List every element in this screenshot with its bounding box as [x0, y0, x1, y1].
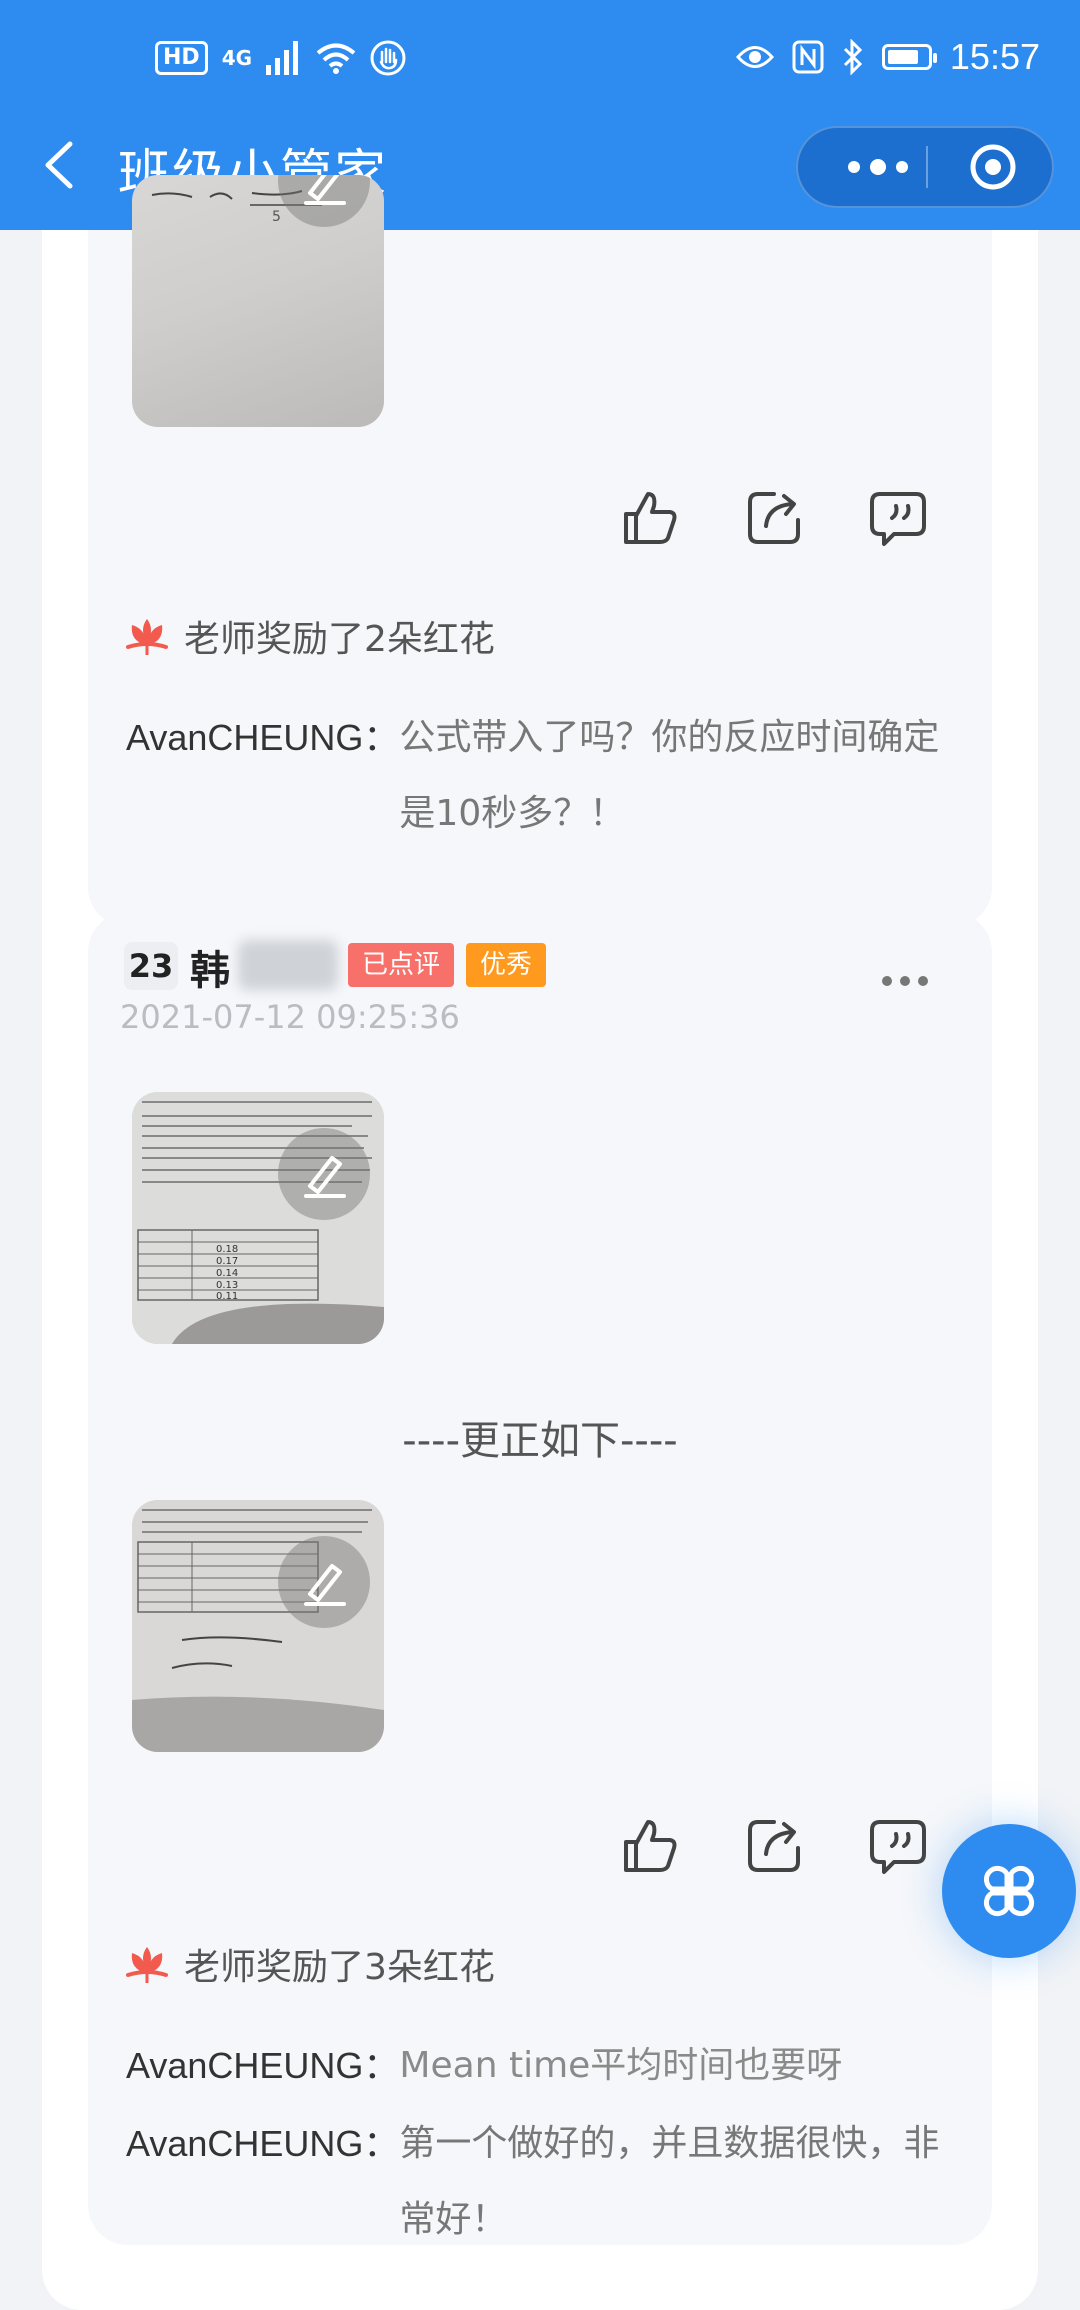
clock: 15:57	[949, 36, 1040, 77]
svg-text:0.13: 0.13	[216, 1280, 238, 1291]
quote-bubble-icon[interactable]	[868, 1816, 928, 1876]
award-text: 老师奖励了2朵红花	[184, 619, 495, 660]
more-dots-icon[interactable]	[828, 128, 928, 206]
flower-award: 老师奖励了3朵红花	[124, 1938, 495, 1990]
homework-photo[interactable]: 0.18 0.17 0.14 0.13 0.11	[132, 1092, 384, 1344]
hd-icon: HD	[155, 41, 208, 75]
student-name[interactable]: 韩	[190, 938, 230, 996]
status-right-icons: 15:57	[735, 36, 1040, 78]
comment-row[interactable]: AvanCHEUNG： 公式带入了吗？你的反应时间确定是10秒多？！	[126, 700, 956, 852]
reviewed-badge: 已点评	[348, 943, 455, 987]
chevron-left-icon[interactable]	[40, 140, 80, 190]
grid-clover-icon	[983, 1865, 1035, 1917]
svg-text:0.17: 0.17	[216, 1256, 238, 1267]
quote-bubble-icon[interactable]	[868, 488, 928, 548]
comment-user[interactable]: AvanCHEUNG：	[126, 2106, 399, 2258]
comment-text: Mean time平均时间也要呀	[399, 2045, 843, 2086]
comment-row[interactable]: AvanCHEUNG： 第一个做好的，并且数据很快，非常好！	[126, 2106, 956, 2258]
more-options-icon[interactable]	[882, 976, 928, 986]
award-text: 老师奖励了3朵红花	[184, 1947, 495, 1988]
thumbs-up-icon[interactable]	[620, 1816, 680, 1876]
flower-award: 老师奖励了2朵红花	[124, 610, 495, 662]
nfc-icon	[792, 40, 824, 74]
hand-icon	[370, 40, 406, 76]
battery-level	[887, 50, 918, 64]
pencil-icon	[304, 175, 346, 205]
comment-row[interactable]: AvanCHEUNG： Mean time平均时间也要呀	[126, 2028, 956, 2104]
post-timestamp: 2021-07-12 09:25:36	[120, 998, 460, 1036]
signal-icon	[266, 41, 299, 75]
svg-text:0.18: 0.18	[216, 1244, 238, 1255]
status-bar: HD 4G 15:57	[0, 0, 1080, 120]
status-left-icons: HD 4G	[155, 40, 406, 76]
post-actions	[620, 1816, 928, 1876]
flower-icon	[126, 619, 168, 655]
photo-content	[132, 1500, 384, 1752]
wifi-icon	[316, 43, 356, 74]
edit-photo-button[interactable]	[278, 1536, 370, 1628]
bluetooth-icon	[843, 39, 863, 75]
excellent-badge: 优秀	[466, 943, 547, 987]
target-icon[interactable]	[968, 142, 1018, 192]
comment-text: 公式带入了吗？你的反应时间确定是10秒多？！	[399, 717, 940, 834]
comment-user[interactable]: AvanCHEUNG：	[126, 2028, 399, 2104]
pencil-icon	[304, 1156, 346, 1198]
correction-divider: ----更正如下----	[402, 1418, 678, 1464]
photo-content: 0.18 0.17 0.14 0.13 0.11	[132, 1092, 384, 1344]
thumbs-up-icon[interactable]	[620, 488, 680, 548]
homework-photo[interactable]	[132, 1500, 384, 1752]
flower-icon	[126, 1947, 168, 1983]
eye-icon	[735, 46, 774, 68]
mini-program-capsule	[796, 126, 1054, 208]
pencil-icon	[304, 1564, 346, 1606]
capsule-divider	[926, 146, 928, 188]
svg-text:5: 5	[272, 209, 281, 225]
svg-text:0.11: 0.11	[216, 1291, 238, 1302]
share-icon[interactable]	[744, 488, 804, 548]
student-name-blur	[238, 940, 338, 990]
svg-text:0.14: 0.14	[216, 1268, 238, 1279]
battery-icon	[881, 44, 937, 70]
network-type-label: 4G	[221, 46, 253, 70]
seat-number: 23	[124, 942, 178, 990]
floating-menu-button[interactable]	[942, 1824, 1076, 1958]
share-icon[interactable]	[744, 1816, 804, 1876]
post-actions	[620, 488, 928, 548]
comment-user[interactable]: AvanCHEUNG：	[126, 700, 399, 852]
comment-text: 第一个做好的，并且数据很快，非常好！	[399, 2123, 940, 2240]
edit-photo-button[interactable]	[278, 1128, 370, 1220]
homework-photo[interactable]: 5	[132, 175, 384, 427]
